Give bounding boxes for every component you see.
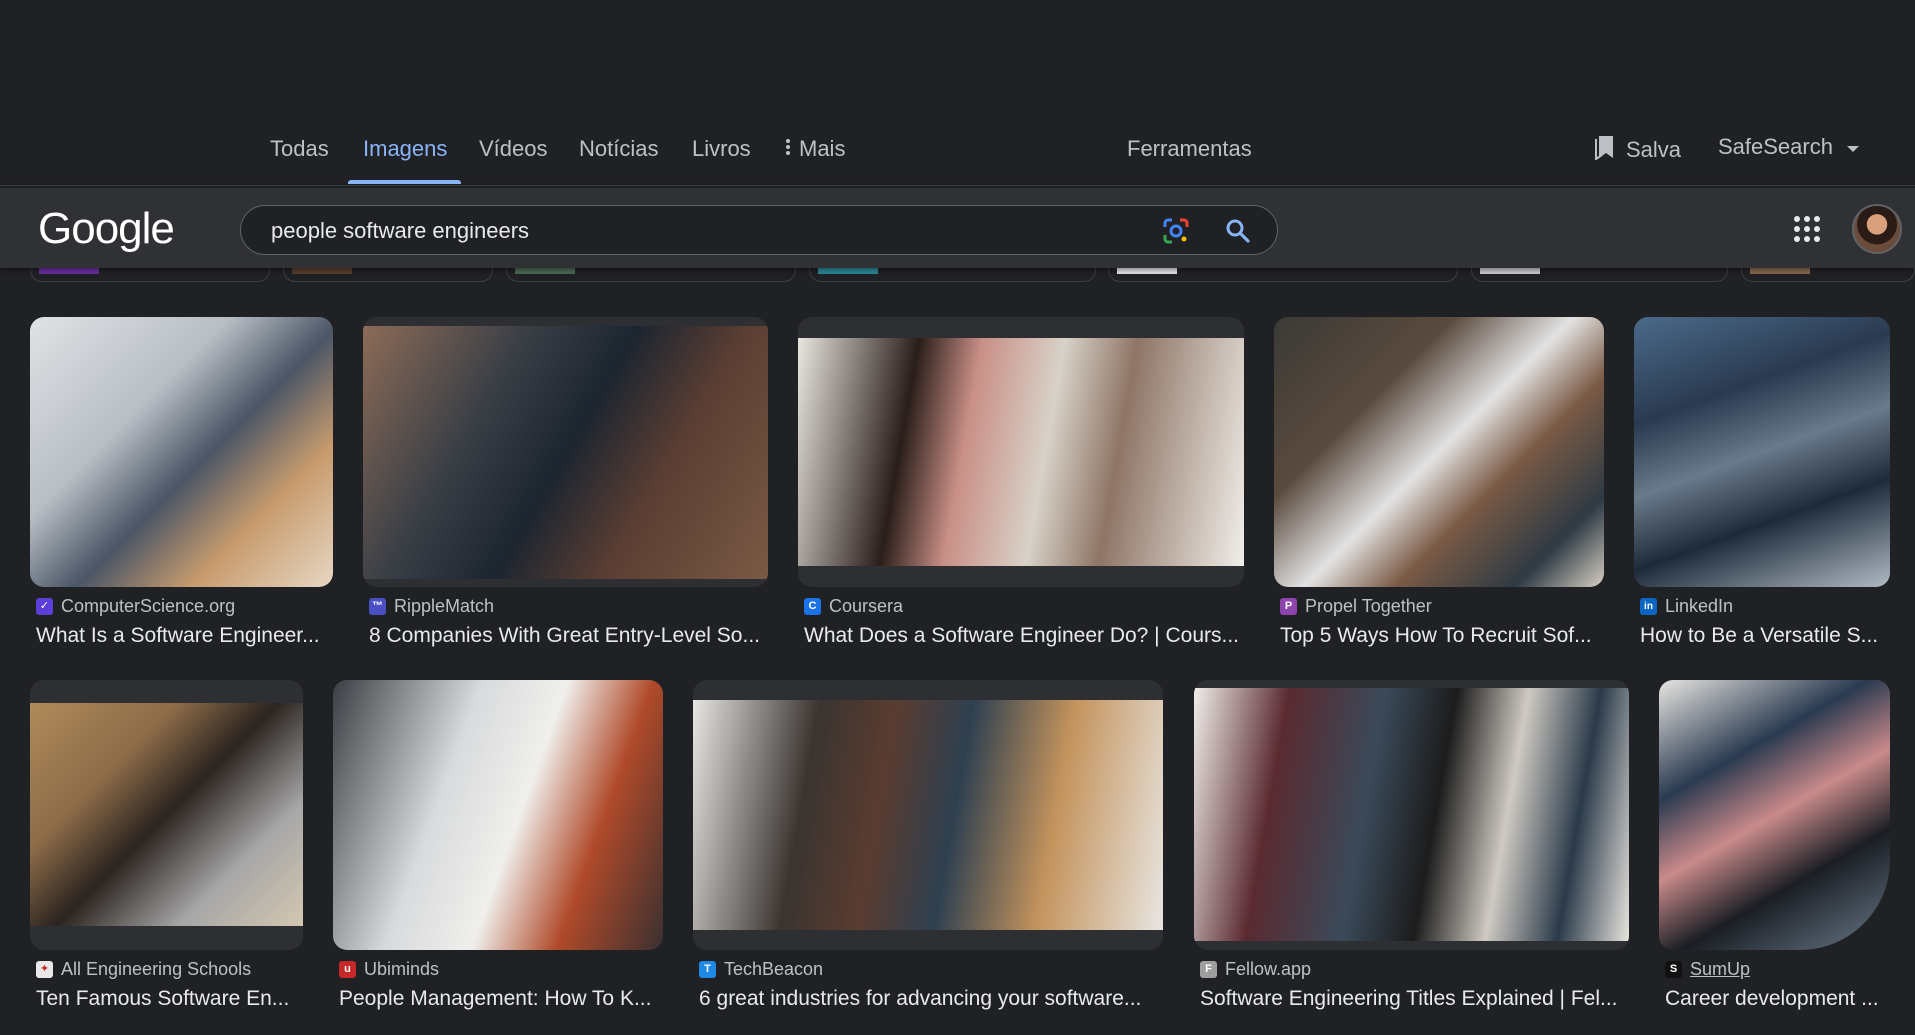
result-source[interactable]: ™ RippleMatch: [369, 596, 494, 617]
result-image[interactable]: [1194, 680, 1629, 950]
site-favicon-icon: ™: [369, 598, 386, 615]
site-favicon-icon: P: [1280, 598, 1297, 615]
tab-videos[interactable]: Vídeos: [479, 136, 548, 162]
result-title[interactable]: Ten Famous Software En...: [36, 987, 306, 1011]
result-image[interactable]: [798, 317, 1244, 587]
apps-grid-icon[interactable]: [1792, 214, 1822, 244]
search-icon[interactable]: [1223, 216, 1253, 246]
source-name: RippleMatch: [394, 596, 495, 616]
image-result[interactable]: F Fellow.app Software Engineering Titles…: [1194, 680, 1629, 1020]
result-image[interactable]: [363, 317, 768, 587]
saved-label: Salva: [1626, 137, 1682, 162]
site-favicon-icon: ✦: [36, 961, 53, 978]
image-result[interactable]: u Ubiminds People Management: How To K..…: [333, 680, 663, 1020]
search-tabs-bar: Todas Imagens Vídeos Notícias Livros Mai…: [0, 0, 1915, 186]
image-result[interactable]: in LinkedIn How to Be a Versatile S...: [1634, 317, 1890, 657]
google-logo[interactable]: Google: [38, 204, 175, 254]
search-input[interactable]: people software engineers: [271, 218, 529, 244]
more-vert-icon: [785, 137, 791, 163]
saved-button[interactable]: Salva: [1594, 134, 1681, 166]
result-image[interactable]: [1634, 317, 1890, 587]
avatar[interactable]: [1852, 204, 1902, 254]
result-image[interactable]: [1274, 317, 1604, 587]
result-title[interactable]: People Management: How To K...: [339, 987, 663, 1011]
site-favicon-icon: S: [1665, 961, 1682, 978]
source-name: Fellow.app: [1225, 959, 1312, 979]
result-title[interactable]: Career development ...: [1665, 987, 1890, 1011]
source-name: Ubiminds: [364, 959, 440, 979]
image-result[interactable]: T TechBeacon 6 great industries for adva…: [693, 680, 1163, 1020]
image-result[interactable]: P Propel Together Top 5 Ways How To Recr…: [1274, 317, 1604, 657]
result-image[interactable]: [1659, 680, 1890, 950]
site-favicon-icon: in: [1640, 598, 1657, 615]
source-name: All Engineering Schools: [61, 959, 252, 979]
safesearch-dropdown[interactable]: SafeSearch: [1718, 134, 1859, 160]
result-title[interactable]: How to Be a Versatile S...: [1640, 624, 1890, 648]
result-source[interactable]: F Fellow.app: [1200, 959, 1311, 980]
site-favicon-icon: C: [804, 598, 821, 615]
source-name: Coursera: [829, 596, 904, 616]
image-result[interactable]: C Coursera What Does a Software Engineer…: [798, 317, 1244, 657]
tab-more-label: Mais: [799, 136, 846, 161]
result-source[interactable]: in LinkedIn: [1640, 596, 1733, 617]
safesearch-label: SafeSearch: [1718, 134, 1833, 159]
result-image[interactable]: [333, 680, 663, 950]
result-source[interactable]: C Coursera: [804, 596, 903, 617]
result-source[interactable]: T TechBeacon: [699, 959, 823, 980]
result-title[interactable]: 8 Companies With Great Entry-Level So...: [369, 624, 769, 648]
image-result[interactable]: S SumUp Career development ...: [1659, 680, 1890, 1020]
result-title[interactable]: Software Engineering Titles Explained | …: [1200, 987, 1630, 1011]
active-tab-indicator: [348, 180, 461, 184]
result-image[interactable]: [693, 680, 1163, 950]
source-name: Propel Together: [1305, 596, 1432, 616]
site-favicon-icon: u: [339, 961, 356, 978]
result-source[interactable]: u Ubiminds: [339, 959, 439, 980]
result-image[interactable]: [30, 317, 333, 587]
result-source[interactable]: ✓ ComputerScience.org: [36, 596, 235, 617]
image-result[interactable]: ✦ All Engineering Schools Ten Famous Sof…: [30, 680, 303, 1020]
site-favicon-icon: ✓: [36, 598, 53, 615]
result-title[interactable]: What Is a Software Engineer...: [36, 624, 336, 648]
result-image[interactable]: [30, 680, 303, 950]
tab-all[interactable]: Todas: [270, 136, 329, 162]
tab-news[interactable]: Notícias: [579, 136, 658, 162]
image-result[interactable]: ™ RippleMatch 8 Companies With Great Ent…: [363, 317, 768, 657]
search-box[interactable]: people software engineers: [240, 205, 1278, 255]
result-title[interactable]: Top 5 Ways How To Recruit Sof...: [1280, 624, 1604, 648]
source-name: LinkedIn: [1665, 596, 1734, 616]
site-favicon-icon: T: [699, 961, 716, 978]
tools-button[interactable]: Ferramentas: [1127, 136, 1252, 162]
google-lens-icon[interactable]: [1161, 216, 1191, 246]
result-source[interactable]: P Propel Together: [1280, 596, 1432, 617]
tab-images[interactable]: Imagens: [363, 136, 447, 162]
tab-books[interactable]: Livros: [692, 136, 751, 162]
tab-more[interactable]: Mais: [785, 136, 845, 163]
image-result[interactable]: ✓ ComputerScience.org What Is a Software…: [30, 317, 333, 657]
sticky-search-header: Google people software engineers: [0, 188, 1915, 268]
result-title[interactable]: 6 great industries for advancing your so…: [699, 987, 1163, 1011]
site-favicon-icon: F: [1200, 961, 1217, 978]
result-title[interactable]: What Does a Software Engineer Do? | Cour…: [804, 624, 1244, 648]
chevron-down-icon: [1846, 145, 1859, 152]
source-name: SumUp: [1690, 959, 1751, 979]
result-source[interactable]: ✦ All Engineering Schools: [36, 959, 251, 980]
result-source[interactable]: S SumUp: [1665, 959, 1750, 980]
source-name: ComputerScience.org: [61, 596, 236, 616]
bookmark-icon: [1594, 134, 1616, 166]
source-name: TechBeacon: [724, 959, 824, 979]
